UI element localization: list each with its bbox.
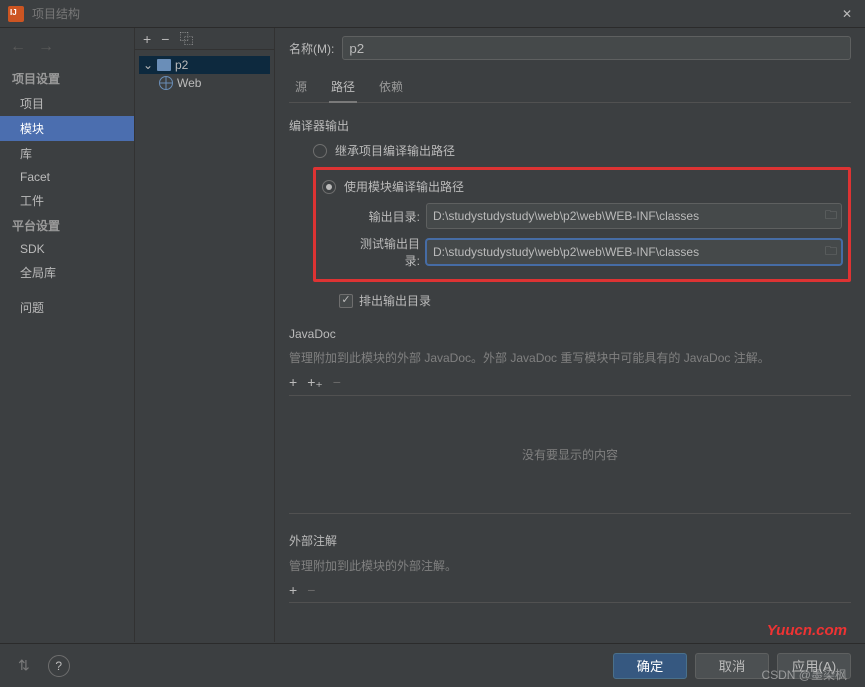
sidebar-item-libraries[interactable]: 库 — [0, 141, 134, 166]
test-output-dir-field[interactable]: 🗀 — [426, 239, 842, 265]
javadoc-desc: 管理附加到此模块的外部 JavaDoc。外部 JavaDoc 重写模块中可能具有… — [289, 349, 851, 366]
settings-sidebar: ← → 项目设置 项目 模块 库 Facet 工件 平台设置 SDK 全局库 问… — [0, 28, 135, 642]
annotation-highlight: 使用模块编译输出路径 输出目录: 🗀 测试输出目录: 🗀 — [313, 167, 851, 282]
compiler-output-label: 编译器输出 — [289, 117, 851, 134]
watermark-csdn: CSDN @墨染枫 — [761, 666, 847, 683]
web-facet-icon — [159, 76, 173, 90]
dialog-footer: ⇅ ? 确定 取消 应用(A) — [0, 643, 865, 687]
browse-output-icon[interactable]: 🗀 — [821, 206, 841, 227]
ok-button[interactable]: 确定 — [613, 653, 687, 679]
watermark-yuucn: Yuucn.com — [767, 622, 847, 639]
radio-inherit[interactable] — [313, 144, 327, 158]
tab-paths[interactable]: 路径 — [329, 74, 357, 103]
exclude-output-label: 排出输出目录 — [359, 292, 431, 309]
module-name-input[interactable] — [342, 36, 851, 60]
radio-module[interactable] — [322, 180, 336, 194]
app-icon — [8, 6, 24, 22]
cancel-button[interactable]: 取消 — [695, 653, 769, 679]
exclude-output-checkbox[interactable] — [339, 294, 353, 308]
tab-sources[interactable]: 源 — [293, 74, 309, 102]
browse-test-output-icon[interactable]: 🗀 — [821, 242, 841, 263]
module-folder-icon — [157, 59, 171, 71]
help-icon[interactable]: ? — [48, 655, 70, 677]
ext-remove-icon[interactable]: − — [307, 582, 315, 598]
main-panel: 名称(M): 源 路径 依赖 编译器输出 继承项目编译输出路径 使用模块编译输出… — [275, 28, 865, 642]
close-icon[interactable]: ✕ — [837, 7, 857, 21]
nav-forward-icon[interactable]: → — [38, 38, 54, 56]
ext-annotations-title: 外部注解 — [289, 532, 851, 549]
tree-remove-icon[interactable]: − — [161, 31, 169, 47]
test-output-dir-input[interactable] — [427, 245, 821, 259]
radio-module-row[interactable]: 使用模块编译输出路径 — [322, 178, 842, 195]
tab-dependencies[interactable]: 依赖 — [377, 74, 405, 102]
output-dir-label: 输出目录: — [348, 208, 420, 225]
javadoc-title: JavaDoc — [289, 327, 851, 341]
sidebar-item-artifacts[interactable]: 工件 — [0, 188, 134, 213]
javadoc-add-url-icon[interactable]: +₊ — [307, 374, 323, 391]
tree-facet-label: Web — [177, 76, 201, 90]
footer-hint-icon: ⇅ — [18, 657, 30, 674]
chevron-down-icon[interactable]: ⌄ — [143, 58, 153, 72]
sidebar-item-global-libs[interactable]: 全局库 — [0, 260, 134, 285]
sidebar-item-problems[interactable]: 问题 — [0, 295, 134, 320]
sidebar-header-project: 项目设置 — [0, 66, 134, 91]
test-output-dir-label: 测试输出目录: — [348, 235, 420, 269]
ext-add-icon[interactable]: + — [289, 582, 297, 598]
module-tabs: 源 路径 依赖 — [289, 74, 851, 103]
tree-facet-node[interactable]: Web — [139, 74, 270, 92]
tree-copy-icon[interactable]: ⿻ — [179, 29, 193, 49]
radio-inherit-label: 继承项目编译输出路径 — [335, 142, 455, 159]
module-name-label: 名称(M): — [289, 40, 334, 57]
module-tree-panel: + − ⿻ ⌄ p2 Web — [135, 28, 275, 642]
javadoc-empty: 没有要显示的内容 — [289, 396, 851, 514]
tree-module-node[interactable]: ⌄ p2 — [139, 56, 270, 74]
window-title: 项目结构 — [32, 5, 837, 22]
nav-back-icon[interactable]: ← — [10, 38, 26, 56]
output-dir-input[interactable] — [427, 209, 821, 223]
javadoc-add-icon[interactable]: + — [289, 374, 297, 391]
sidebar-item-facets[interactable]: Facet — [0, 166, 134, 188]
sidebar-item-sdk[interactable]: SDK — [0, 238, 134, 260]
javadoc-remove-icon[interactable]: − — [333, 374, 341, 391]
tree-module-label: p2 — [175, 58, 188, 72]
radio-module-label: 使用模块编译输出路径 — [344, 178, 464, 195]
sidebar-header-platform: 平台设置 — [0, 213, 134, 238]
ext-annotations-desc: 管理附加到此模块的外部注解。 — [289, 557, 851, 574]
radio-inherit-row[interactable]: 继承项目编译输出路径 — [313, 142, 851, 159]
tree-add-icon[interactable]: + — [143, 31, 151, 47]
sidebar-item-modules[interactable]: 模块 — [0, 116, 134, 141]
output-dir-field[interactable]: 🗀 — [426, 203, 842, 229]
sidebar-item-project[interactable]: 项目 — [0, 91, 134, 116]
exclude-output-row[interactable]: 排出输出目录 — [339, 292, 851, 309]
